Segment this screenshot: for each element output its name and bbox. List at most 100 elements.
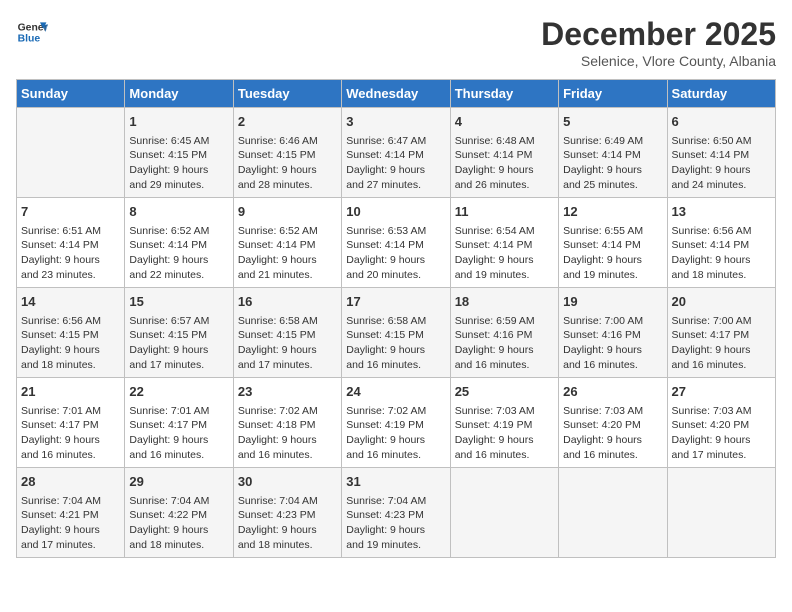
calendar-table: SundayMondayTuesdayWednesdayThursdayFrid… (16, 79, 776, 558)
day-content: Sunrise: 7:04 AM Sunset: 4:22 PM Dayligh… (129, 494, 228, 553)
title-block: December 2025 Selenice, Vlore County, Al… (541, 16, 776, 69)
calendar-cell: 28Sunrise: 7:04 AM Sunset: 4:21 PM Dayli… (17, 468, 125, 558)
day-content: Sunrise: 7:04 AM Sunset: 4:23 PM Dayligh… (346, 494, 445, 553)
day-number: 14 (21, 292, 120, 312)
day-number: 30 (238, 472, 337, 492)
day-number: 24 (346, 382, 445, 402)
calendar-cell: 10Sunrise: 6:53 AM Sunset: 4:14 PM Dayli… (342, 198, 450, 288)
header-cell-wednesday: Wednesday (342, 80, 450, 108)
day-number: 28 (21, 472, 120, 492)
day-number: 10 (346, 202, 445, 222)
day-content: Sunrise: 6:54 AM Sunset: 4:14 PM Dayligh… (455, 224, 554, 283)
week-row-1: 1Sunrise: 6:45 AM Sunset: 4:15 PM Daylig… (17, 108, 776, 198)
calendar-cell: 21Sunrise: 7:01 AM Sunset: 4:17 PM Dayli… (17, 378, 125, 468)
calendar-cell: 20Sunrise: 7:00 AM Sunset: 4:17 PM Dayli… (667, 288, 775, 378)
calendar-cell (667, 468, 775, 558)
day-content: Sunrise: 6:58 AM Sunset: 4:15 PM Dayligh… (238, 314, 337, 373)
month-title: December 2025 (541, 16, 776, 53)
calendar-cell (559, 468, 667, 558)
week-row-3: 14Sunrise: 6:56 AM Sunset: 4:15 PM Dayli… (17, 288, 776, 378)
day-number: 16 (238, 292, 337, 312)
day-number: 21 (21, 382, 120, 402)
day-number: 4 (455, 112, 554, 132)
day-content: Sunrise: 7:02 AM Sunset: 4:18 PM Dayligh… (238, 404, 337, 463)
day-number: 18 (455, 292, 554, 312)
day-content: Sunrise: 6:47 AM Sunset: 4:14 PM Dayligh… (346, 134, 445, 193)
calendar-cell: 11Sunrise: 6:54 AM Sunset: 4:14 PM Dayli… (450, 198, 558, 288)
day-number: 25 (455, 382, 554, 402)
day-content: Sunrise: 6:52 AM Sunset: 4:14 PM Dayligh… (129, 224, 228, 283)
header-cell-saturday: Saturday (667, 80, 775, 108)
day-number: 29 (129, 472, 228, 492)
day-content: Sunrise: 6:59 AM Sunset: 4:16 PM Dayligh… (455, 314, 554, 373)
week-row-2: 7Sunrise: 6:51 AM Sunset: 4:14 PM Daylig… (17, 198, 776, 288)
day-content: Sunrise: 7:02 AM Sunset: 4:19 PM Dayligh… (346, 404, 445, 463)
header-row: SundayMondayTuesdayWednesdayThursdayFrid… (17, 80, 776, 108)
day-number: 7 (21, 202, 120, 222)
week-row-5: 28Sunrise: 7:04 AM Sunset: 4:21 PM Dayli… (17, 468, 776, 558)
calendar-cell: 25Sunrise: 7:03 AM Sunset: 4:19 PM Dayli… (450, 378, 558, 468)
day-number: 9 (238, 202, 337, 222)
calendar-cell: 13Sunrise: 6:56 AM Sunset: 4:14 PM Dayli… (667, 198, 775, 288)
day-content: Sunrise: 7:03 AM Sunset: 4:19 PM Dayligh… (455, 404, 554, 463)
calendar-cell: 9Sunrise: 6:52 AM Sunset: 4:14 PM Daylig… (233, 198, 341, 288)
day-number: 31 (346, 472, 445, 492)
day-number: 19 (563, 292, 662, 312)
calendar-cell: 14Sunrise: 6:56 AM Sunset: 4:15 PM Dayli… (17, 288, 125, 378)
week-row-4: 21Sunrise: 7:01 AM Sunset: 4:17 PM Dayli… (17, 378, 776, 468)
day-content: Sunrise: 6:52 AM Sunset: 4:14 PM Dayligh… (238, 224, 337, 283)
calendar-cell: 19Sunrise: 7:00 AM Sunset: 4:16 PM Dayli… (559, 288, 667, 378)
day-number: 17 (346, 292, 445, 312)
day-content: Sunrise: 7:04 AM Sunset: 4:23 PM Dayligh… (238, 494, 337, 553)
day-content: Sunrise: 6:56 AM Sunset: 4:14 PM Dayligh… (672, 224, 771, 283)
day-number: 1 (129, 112, 228, 132)
day-content: Sunrise: 6:45 AM Sunset: 4:15 PM Dayligh… (129, 134, 228, 193)
day-number: 22 (129, 382, 228, 402)
calendar-cell: 24Sunrise: 7:02 AM Sunset: 4:19 PM Dayli… (342, 378, 450, 468)
day-number: 11 (455, 202, 554, 222)
day-content: Sunrise: 7:01 AM Sunset: 4:17 PM Dayligh… (21, 404, 120, 463)
calendar-cell: 29Sunrise: 7:04 AM Sunset: 4:22 PM Dayli… (125, 468, 233, 558)
calendar-cell: 17Sunrise: 6:58 AM Sunset: 4:15 PM Dayli… (342, 288, 450, 378)
day-content: Sunrise: 6:49 AM Sunset: 4:14 PM Dayligh… (563, 134, 662, 193)
day-number: 23 (238, 382, 337, 402)
header-cell-sunday: Sunday (17, 80, 125, 108)
day-number: 27 (672, 382, 771, 402)
day-content: Sunrise: 6:55 AM Sunset: 4:14 PM Dayligh… (563, 224, 662, 283)
calendar-cell: 6Sunrise: 6:50 AM Sunset: 4:14 PM Daylig… (667, 108, 775, 198)
calendar-cell: 7Sunrise: 6:51 AM Sunset: 4:14 PM Daylig… (17, 198, 125, 288)
logo-icon: General Blue (16, 16, 48, 48)
day-number: 20 (672, 292, 771, 312)
calendar-cell: 22Sunrise: 7:01 AM Sunset: 4:17 PM Dayli… (125, 378, 233, 468)
calendar-cell: 4Sunrise: 6:48 AM Sunset: 4:14 PM Daylig… (450, 108, 558, 198)
day-content: Sunrise: 6:50 AM Sunset: 4:14 PM Dayligh… (672, 134, 771, 193)
day-number: 26 (563, 382, 662, 402)
day-number: 3 (346, 112, 445, 132)
day-content: Sunrise: 7:04 AM Sunset: 4:21 PM Dayligh… (21, 494, 120, 553)
svg-text:Blue: Blue (18, 34, 41, 45)
calendar-cell: 27Sunrise: 7:03 AM Sunset: 4:20 PM Dayli… (667, 378, 775, 468)
calendar-cell: 16Sunrise: 6:58 AM Sunset: 4:15 PM Dayli… (233, 288, 341, 378)
day-content: Sunrise: 6:46 AM Sunset: 4:15 PM Dayligh… (238, 134, 337, 193)
calendar-cell: 15Sunrise: 6:57 AM Sunset: 4:15 PM Dayli… (125, 288, 233, 378)
page-header: General Blue December 2025 Selenice, Vlo… (16, 16, 776, 69)
day-content: Sunrise: 6:51 AM Sunset: 4:14 PM Dayligh… (21, 224, 120, 283)
calendar-cell: 23Sunrise: 7:02 AM Sunset: 4:18 PM Dayli… (233, 378, 341, 468)
header-cell-tuesday: Tuesday (233, 80, 341, 108)
calendar-cell: 8Sunrise: 6:52 AM Sunset: 4:14 PM Daylig… (125, 198, 233, 288)
day-content: Sunrise: 6:56 AM Sunset: 4:15 PM Dayligh… (21, 314, 120, 373)
day-number: 6 (672, 112, 771, 132)
day-content: Sunrise: 7:01 AM Sunset: 4:17 PM Dayligh… (129, 404, 228, 463)
calendar-cell: 5Sunrise: 6:49 AM Sunset: 4:14 PM Daylig… (559, 108, 667, 198)
day-content: Sunrise: 7:03 AM Sunset: 4:20 PM Dayligh… (672, 404, 771, 463)
header-cell-friday: Friday (559, 80, 667, 108)
calendar-cell: 2Sunrise: 6:46 AM Sunset: 4:15 PM Daylig… (233, 108, 341, 198)
calendar-cell: 31Sunrise: 7:04 AM Sunset: 4:23 PM Dayli… (342, 468, 450, 558)
day-content: Sunrise: 7:00 AM Sunset: 4:17 PM Dayligh… (672, 314, 771, 373)
day-content: Sunrise: 6:53 AM Sunset: 4:14 PM Dayligh… (346, 224, 445, 283)
day-content: Sunrise: 6:58 AM Sunset: 4:15 PM Dayligh… (346, 314, 445, 373)
day-content: Sunrise: 7:03 AM Sunset: 4:20 PM Dayligh… (563, 404, 662, 463)
day-content: Sunrise: 7:00 AM Sunset: 4:16 PM Dayligh… (563, 314, 662, 373)
day-number: 12 (563, 202, 662, 222)
calendar-cell: 3Sunrise: 6:47 AM Sunset: 4:14 PM Daylig… (342, 108, 450, 198)
